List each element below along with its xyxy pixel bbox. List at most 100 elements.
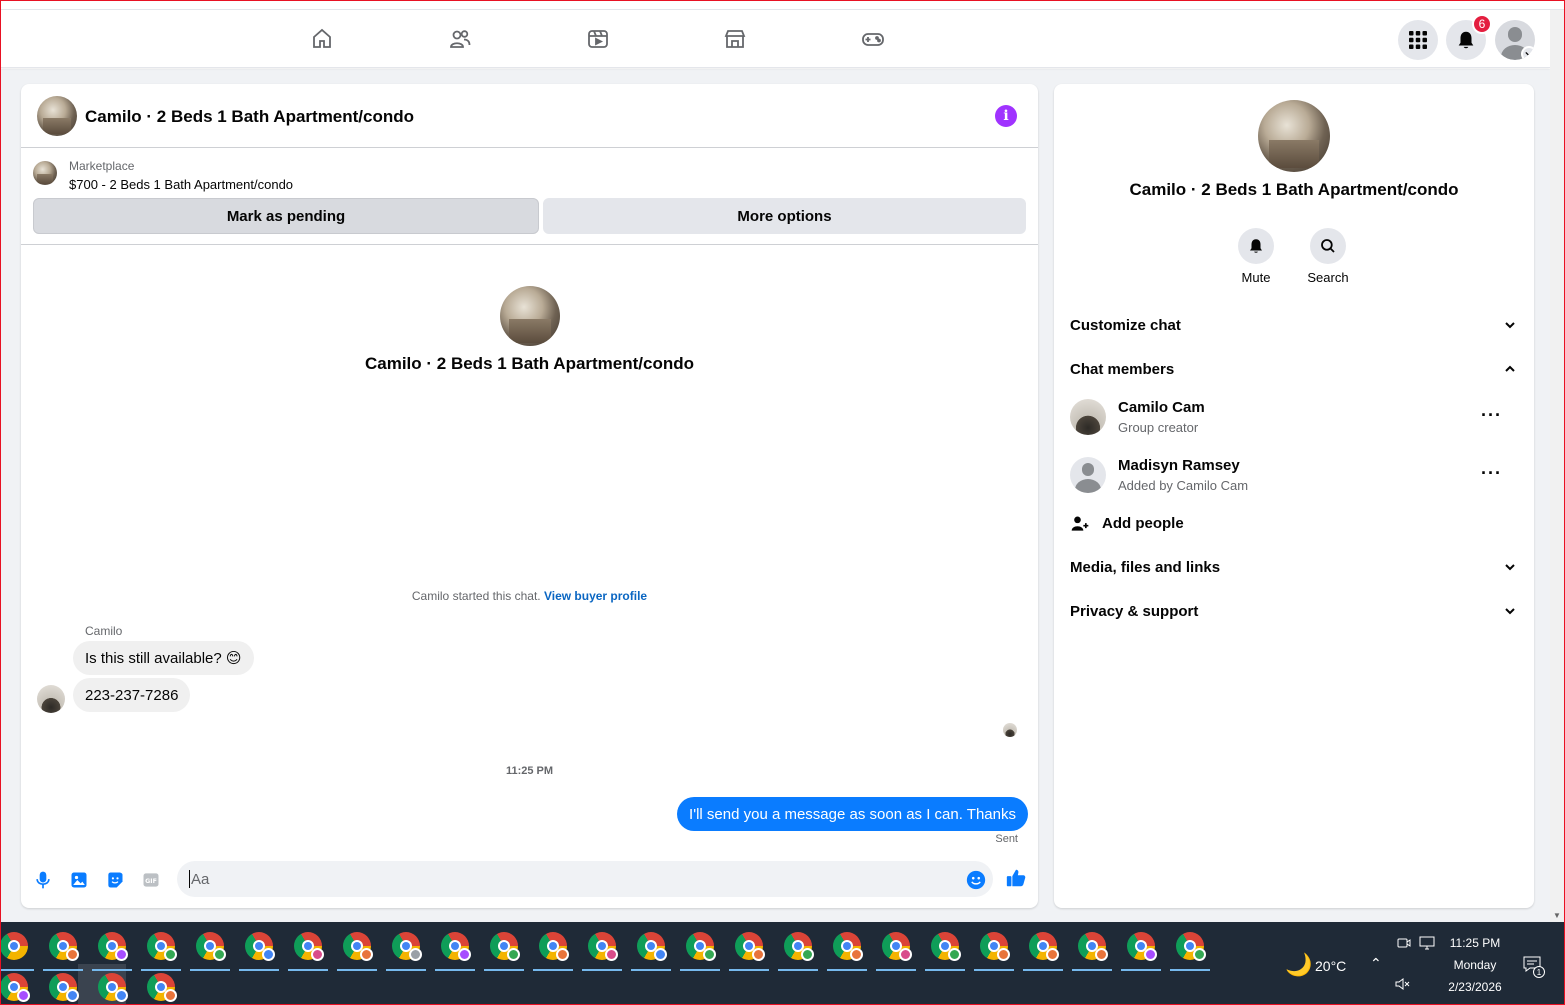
member-row[interactable]: Madisyn Ramsey Added by Camilo Cam ··· — [1070, 457, 1518, 497]
more-options-icon[interactable]: ··· — [1481, 463, 1502, 484]
chevron-up-icon — [1505, 365, 1515, 372]
add-people-label: Add people — [1102, 515, 1184, 532]
message-bubble-incoming[interactable]: Is this still available? 😊 — [73, 641, 254, 675]
profile-badge-icon — [801, 948, 814, 961]
profile-badge-icon — [164, 989, 177, 1002]
mute-action[interactable]: Mute — [1226, 228, 1286, 285]
clock-day[interactable]: Monday — [1440, 958, 1510, 972]
chevron-down-icon — [1505, 608, 1515, 615]
sender-avatar[interactable] — [37, 685, 65, 713]
media-files-links-section[interactable]: Media, files and links — [1070, 559, 1518, 579]
read-receipt-avatar — [1003, 723, 1017, 737]
view-buyer-profile-link[interactable]: View buyer profile — [544, 589, 647, 603]
taskbar-running-indicator — [0, 969, 34, 971]
taskbar-running-indicator — [288, 969, 328, 971]
profile-badge-icon — [262, 948, 275, 961]
chat-title[interactable]: Camilo · 2 Beds 1 Bath Apartment/condo — [85, 107, 414, 127]
add-people-button[interactable]: Add people — [1070, 515, 1518, 535]
chat-members-section[interactable]: Chat members — [1070, 361, 1518, 381]
listing-kind: Marketplace — [69, 159, 135, 173]
member-role: Group creator — [1118, 420, 1199, 435]
photo-icon[interactable] — [67, 868, 91, 892]
gif-icon[interactable]: GIF — [139, 868, 163, 892]
profile-badge-icon — [605, 948, 618, 961]
mute-label: Mute — [1241, 270, 1271, 285]
profile-badge-icon — [164, 948, 177, 961]
chevron-down-icon — [1521, 46, 1535, 60]
friends-icon[interactable] — [447, 26, 473, 52]
more-options-button[interactable]: More options — [543, 198, 1026, 234]
marketplace-listing: Marketplace $700 - 2 Beds 1 Bath Apartme… — [21, 149, 1038, 245]
account-button[interactable] — [1495, 20, 1535, 60]
member-avatar[interactable] — [1070, 399, 1106, 435]
sender-name: Camilo — [85, 624, 123, 638]
chat-header: Camilo · 2 Beds 1 Bath Apartment/condo i — [21, 84, 1038, 148]
chat-avatar[interactable] — [37, 96, 77, 136]
marketplace-icon[interactable] — [722, 26, 748, 52]
profile-badge-icon — [507, 948, 520, 961]
top-navigation: 6 — [1, 10, 1550, 68]
scroll-down-icon[interactable]: ▼ — [1553, 911, 1561, 920]
message-timestamp: 11:25 PM — [505, 765, 554, 777]
customize-chat-section[interactable]: Customize chat — [1070, 317, 1518, 337]
chat-members-label: Chat members — [1070, 361, 1175, 378]
menu-grid-button[interactable] — [1398, 20, 1438, 60]
privacy-support-section[interactable]: Privacy & support — [1070, 603, 1518, 623]
member-avatar[interactable] — [1070, 457, 1106, 493]
profile-badge-icon — [115, 948, 128, 961]
taskbar-running-indicator — [435, 969, 475, 971]
video-icon[interactable] — [585, 26, 611, 52]
taskbar-running-indicator — [386, 969, 426, 971]
info-icon[interactable]: i — [995, 105, 1017, 127]
member-row[interactable]: Camilo Cam Group creator ··· — [1070, 399, 1518, 439]
member-role: Added by Camilo Cam — [1118, 478, 1249, 493]
message-input-placeholder: Aa — [191, 870, 210, 888]
profile-badge-icon — [1144, 948, 1157, 961]
page-scrollbar[interactable]: ▼ — [1550, 10, 1564, 922]
microphone-icon[interactable] — [31, 868, 55, 892]
emoji-icon[interactable] — [964, 868, 988, 892]
profile-badge-icon — [409, 948, 422, 961]
mark-as-pending-button[interactable]: Mark as pending — [33, 198, 539, 234]
chevron-down-icon — [1505, 322, 1515, 329]
taskbar-running-indicator — [925, 969, 965, 971]
message-bubble-outgoing[interactable]: I'll send you a message as soon as I can… — [677, 797, 1028, 831]
message-input[interactable]: Aa — [177, 861, 993, 897]
profile-badge-icon — [556, 948, 569, 961]
taskbar-running-indicator — [92, 969, 132, 971]
volume-muted-icon[interactable] — [1395, 977, 1411, 991]
chrome-taskbar-icon[interactable] — [0, 932, 28, 960]
listing-thumbnail[interactable] — [33, 161, 57, 185]
search-icon[interactable] — [1310, 228, 1346, 264]
taskbar-running-indicator — [729, 969, 769, 971]
sticker-icon[interactable] — [103, 868, 127, 892]
bell-icon[interactable] — [1238, 228, 1274, 264]
clock-date[interactable]: 2/23/2026 — [1440, 980, 1510, 994]
message-bubble-incoming[interactable]: 223-237-7286 — [73, 678, 191, 712]
clock-time[interactable]: 11:25 PM — [1440, 936, 1510, 950]
thumbs-up-icon[interactable] — [1004, 866, 1028, 890]
svg-text:GIF: GIF — [145, 878, 157, 885]
chat-intro-avatar — [500, 286, 560, 346]
taskbar-running-indicator — [876, 969, 916, 971]
browser-top-strip — [0, 0, 1565, 10]
profile-badge-icon — [360, 948, 373, 961]
weather-moon-icon[interactable]: 🌙 — [1285, 952, 1312, 978]
camera-icon[interactable] — [1397, 936, 1411, 950]
notification-count-badge: 1 — [1533, 966, 1545, 978]
customize-chat-label: Customize chat — [1070, 317, 1181, 334]
chat-started-notice: Camilo started this chat. View buyer pro… — [21, 589, 1038, 603]
network-icon[interactable] — [1419, 936, 1435, 950]
profile-badge-icon — [948, 948, 961, 961]
profile-badge-icon — [850, 948, 863, 961]
weather-temperature[interactable]: 20°C — [1315, 958, 1346, 974]
profile-badge-icon — [1193, 948, 1206, 961]
more-options-icon[interactable]: ··· — [1481, 405, 1502, 426]
profile-badge-icon — [66, 948, 79, 961]
tray-expand-icon[interactable]: ⌃ — [1370, 955, 1382, 972]
gaming-icon[interactable] — [860, 26, 886, 52]
taskbar-running-indicator — [141, 969, 181, 971]
home-icon[interactable] — [309, 26, 335, 52]
listing-title[interactable]: $700 - 2 Beds 1 Bath Apartment/condo — [69, 177, 293, 192]
search-action[interactable]: Search — [1298, 228, 1358, 285]
